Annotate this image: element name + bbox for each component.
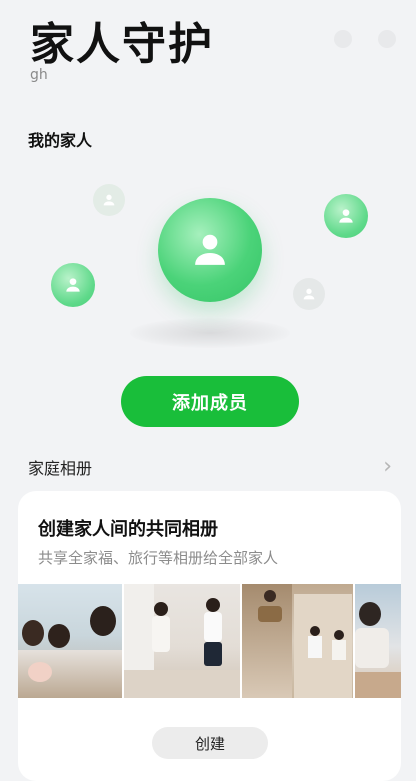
add-member-button[interactable]: 添加成员 xyxy=(121,376,299,427)
person-icon xyxy=(66,278,80,292)
faint-action-icon xyxy=(334,30,352,48)
person-icon xyxy=(103,194,115,206)
person-icon xyxy=(303,288,315,300)
avatar-shadow xyxy=(130,318,290,348)
chevron-right-icon: › xyxy=(383,454,392,479)
family-album-row[interactable]: 家庭相册 › xyxy=(28,454,392,479)
create-album-card: 创建家人间的共同相册 共享全家福、旅行等相册给全部家人 创建 xyxy=(18,491,401,781)
card-description: 共享全家福、旅行等相册给全部家人 xyxy=(38,549,279,567)
kids-playing-photo xyxy=(124,584,240,698)
member-avatar[interactable] xyxy=(324,194,368,238)
person-icon xyxy=(339,209,353,223)
faint-member-avatar xyxy=(93,184,125,216)
faint-action-icon xyxy=(378,30,396,48)
my-family-label: 我的家人 xyxy=(28,131,93,150)
grandparent-photo xyxy=(355,584,401,698)
card-title: 创建家人间的共同相册 xyxy=(38,519,218,540)
family-piggybank-photo xyxy=(18,584,123,698)
family-album-label: 家庭相册 xyxy=(28,459,93,478)
top-right-actions xyxy=(334,30,396,48)
user-name: gh xyxy=(30,67,48,83)
album-photo-strip xyxy=(18,584,401,698)
stairs-family-photo xyxy=(241,584,354,698)
faint-member-avatar xyxy=(293,278,325,310)
main-member-avatar[interactable] xyxy=(158,198,262,302)
member-avatar[interactable] xyxy=(51,263,95,307)
create-album-button[interactable]: 创建 xyxy=(152,727,268,759)
person-icon xyxy=(195,234,225,265)
page-title: 家人守护 xyxy=(30,19,214,70)
